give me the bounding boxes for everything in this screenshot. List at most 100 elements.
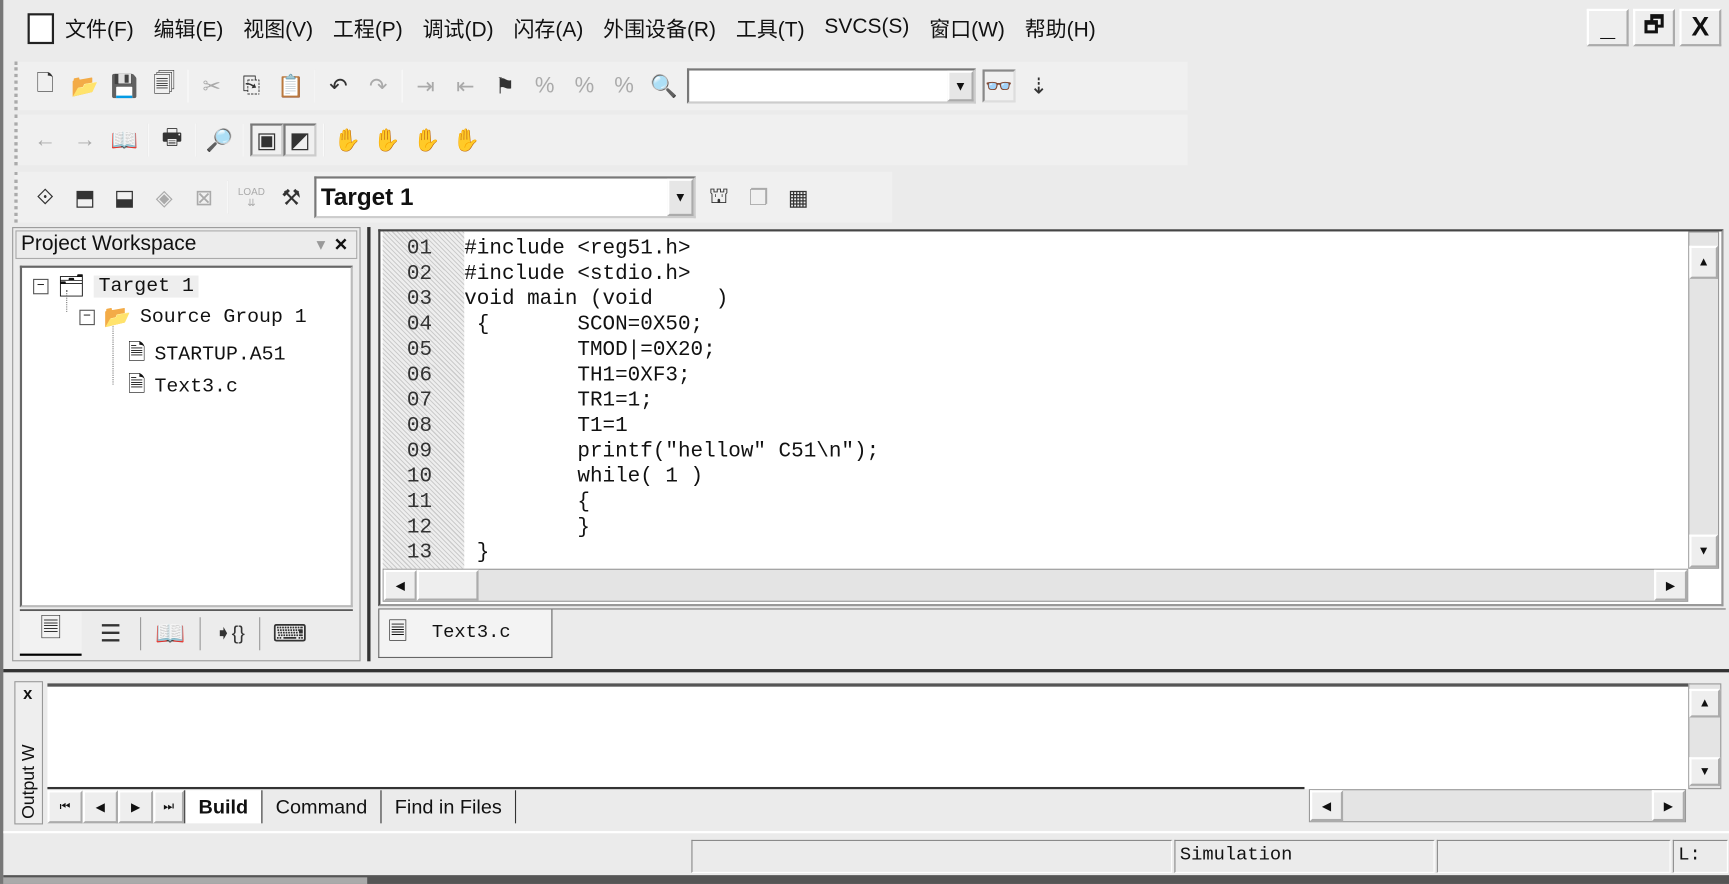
scroll-down-icon[interactable]: ▼ xyxy=(1689,757,1721,786)
tree-item-source-group[interactable]: − 📂 Source Group 1 xyxy=(79,303,307,332)
scroll-up-icon[interactable]: ▲ xyxy=(1689,688,1721,718)
file-extensions-icon[interactable]: ❐ xyxy=(742,181,775,214)
copy-icon[interactable]: ⎘ xyxy=(235,69,268,102)
code-line[interactable]: } xyxy=(464,515,590,540)
vertical-scrollbar[interactable]: ▲ ▼ xyxy=(1688,231,1720,569)
batch-build-icon[interactable]: ◈ xyxy=(148,181,181,214)
load-icon[interactable]: LOAD ⇊ xyxy=(235,181,268,214)
code-line[interactable]: { xyxy=(464,489,590,514)
menu-view[interactable]: 视图(V) xyxy=(243,13,313,43)
code-line[interactable]: TH1=0XF3; xyxy=(464,363,690,388)
incremental-find-icon[interactable]: ⇣ xyxy=(1022,69,1055,102)
indent-icon[interactable]: ⇥ xyxy=(409,69,442,102)
find-in-files-icon[interactable]: 🔍 xyxy=(647,69,680,102)
code-editor[interactable]: 01 #include <reg51.h> 02 #include <stdio.h>… xyxy=(378,229,1724,607)
bookmark-next-icon[interactable]: % xyxy=(528,69,561,102)
save-all-icon[interactable]: 🗐 xyxy=(148,69,181,102)
stop-build-icon[interactable]: ⊠ xyxy=(187,181,220,214)
cut-icon[interactable]: ✂ xyxy=(195,69,228,102)
next-tab-icon[interactable]: ▶ xyxy=(117,790,154,824)
forward-icon[interactable]: → xyxy=(68,123,101,156)
print-icon[interactable]: 🖶 xyxy=(155,123,188,156)
minimize-button[interactable]: _ xyxy=(1586,8,1629,47)
bookmark-prev-icon[interactable]: % xyxy=(568,69,601,102)
registers-tab-icon[interactable]: ☰ xyxy=(82,616,142,650)
paste-icon[interactable]: 📋 xyxy=(275,69,308,102)
tree-item-target[interactable]: − 🗂 Target 1 xyxy=(33,272,199,301)
scroll-left-icon[interactable]: ◀ xyxy=(383,569,417,601)
rebuild-icon[interactable]: ⬓ xyxy=(108,181,141,214)
scroll-up-icon[interactable]: ▲ xyxy=(1689,245,1719,279)
manage-books-icon[interactable]: ▦ xyxy=(782,181,815,214)
open-file-icon[interactable]: 📂 xyxy=(68,69,101,102)
chevron-down-icon[interactable]: ▼ xyxy=(947,70,974,102)
code-line[interactable]: } xyxy=(464,540,490,565)
tab-find-in-files[interactable]: Find in Files xyxy=(380,790,517,824)
bookmark-toggle-icon[interactable]: ⚑ xyxy=(488,69,521,102)
back-icon[interactable]: ← xyxy=(29,123,62,156)
code-line[interactable]: T1=1 xyxy=(464,413,627,438)
redo-icon[interactable]: ↷ xyxy=(362,69,395,102)
close-icon[interactable]: x xyxy=(23,684,32,703)
horizontal-scrollbar[interactable]: ◀ ▶ xyxy=(382,568,1689,602)
new-file-icon[interactable]: 🗋 xyxy=(29,69,62,102)
menu-svcs[interactable]: SVCS(S) xyxy=(824,15,909,39)
code-line[interactable]: #include <reg51.h> xyxy=(464,236,690,261)
close-button[interactable]: X xyxy=(1679,8,1722,47)
code-area[interactable]: 01 #include <reg51.h> 02 #include <stdio.h>… xyxy=(380,236,1681,567)
workspace-toggle-icon[interactable]: ▣ xyxy=(250,123,284,157)
menu-project[interactable]: 工程(P) xyxy=(333,13,403,43)
zoom-icon[interactable]: 🔎 xyxy=(203,123,236,156)
menu-help[interactable]: 帮助(H) xyxy=(1025,13,1096,43)
hand-icon[interactable]: ✋ xyxy=(331,123,364,156)
hand-kill-icon[interactable]: ✋ xyxy=(450,123,483,156)
output-vertical-scrollbar[interactable]: ▲ ▼ xyxy=(1688,683,1722,790)
menu-tools[interactable]: 工具(T) xyxy=(736,13,805,43)
tab-command[interactable]: Command xyxy=(261,790,380,824)
code-line[interactable]: { SCON=0X50; xyxy=(464,312,703,337)
build-icon[interactable]: ⬒ xyxy=(68,181,101,214)
hand-enable-icon[interactable]: ✋ xyxy=(410,123,443,156)
output-toggle-icon[interactable]: ◩ xyxy=(283,123,317,157)
unindent-icon[interactable]: ⇤ xyxy=(449,69,482,102)
options-for-target-icon[interactable]: ⚒ xyxy=(275,181,308,214)
collapse-icon[interactable]: − xyxy=(33,279,49,295)
close-icon[interactable]: × xyxy=(334,232,347,257)
manual-icon[interactable]: 📖 xyxy=(108,123,141,156)
scroll-right-icon[interactable]: ▶ xyxy=(1651,790,1685,822)
files-tab-icon[interactable]: 🗏 xyxy=(19,611,82,656)
last-tab-icon[interactable]: ⏭ xyxy=(153,790,185,824)
templates-tab-icon[interactable]: ⌨ xyxy=(260,617,320,650)
output-text-area[interactable] xyxy=(47,683,1691,790)
prev-tab-icon[interactable]: ◀ xyxy=(82,790,118,824)
code-line[interactable]: printf("hellow" C51\n"); xyxy=(464,439,879,464)
scroll-thumb[interactable] xyxy=(416,569,479,601)
menu-peripherals[interactable]: 外围设备(R) xyxy=(603,13,716,43)
functions-tab-icon[interactable]: ➧{} xyxy=(201,616,261,650)
hand-disable-icon[interactable]: ✋ xyxy=(371,123,404,156)
menu-window[interactable]: 窗口(W) xyxy=(929,13,1005,43)
components-icon[interactable]: ⛫ xyxy=(702,181,735,214)
tab-build[interactable]: Build xyxy=(184,790,262,824)
splitter[interactable] xyxy=(367,227,371,662)
restore-button[interactable]: 🗗 xyxy=(1633,8,1676,47)
target-select[interactable]: Target 1 ▼ xyxy=(314,176,696,219)
find-combo[interactable]: ▼ xyxy=(686,68,976,104)
editor-tab-text3[interactable]: 🗏 Text3.c xyxy=(378,609,553,659)
menu-debug[interactable]: 调试(D) xyxy=(423,13,494,43)
code-line[interactable]: TR1=1; xyxy=(464,388,652,413)
books-tab-icon[interactable]: 📖 xyxy=(141,616,201,650)
horizontal-splitter[interactable] xyxy=(3,666,1729,673)
scroll-right-icon[interactable]: ▶ xyxy=(1654,569,1688,601)
pin-menu-icon[interactable]: ▾ xyxy=(316,234,325,256)
collapse-icon[interactable]: − xyxy=(79,310,95,326)
code-line[interactable]: while( 1 ) xyxy=(464,464,703,489)
output-horizontal-scrollbar[interactable]: ◀ ▶ xyxy=(1308,789,1687,823)
menu-edit[interactable]: 编辑(E) xyxy=(154,13,224,43)
chevron-down-icon[interactable]: ▼ xyxy=(667,178,694,217)
undo-icon[interactable]: ↶ xyxy=(322,69,355,102)
save-icon[interactable]: 💾 xyxy=(108,69,141,102)
scroll-down-icon[interactable]: ▼ xyxy=(1689,534,1719,568)
bookmark-clear-icon[interactable]: % xyxy=(608,69,641,102)
translate-icon[interactable]: ⟐ xyxy=(29,181,62,214)
